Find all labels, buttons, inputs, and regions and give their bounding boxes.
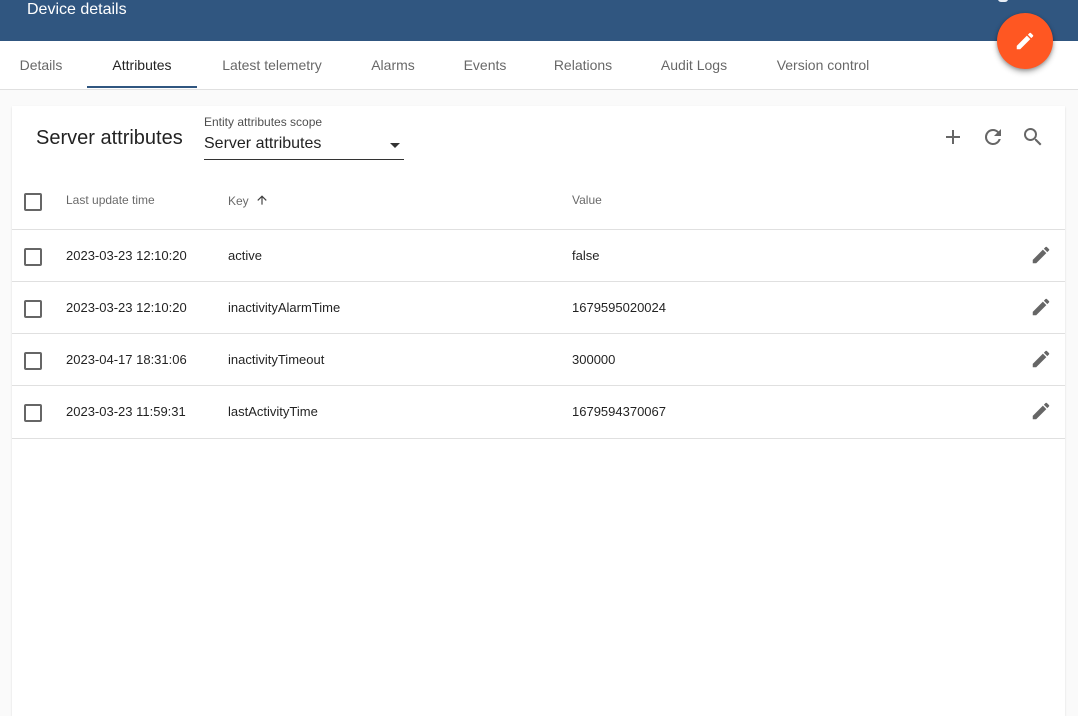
edit-icon — [1032, 402, 1050, 420]
edit-icon — [1032, 350, 1050, 368]
cell-key: inactivityTimeout — [228, 352, 325, 367]
edit-fab-button[interactable] — [997, 13, 1053, 69]
tab-alarms[interactable]: Alarms — [347, 41, 439, 89]
select-all-checkbox[interactable] — [24, 193, 42, 211]
edit-row-button[interactable] — [1029, 295, 1053, 319]
add-icon — [946, 130, 960, 144]
column-header-last-update-time[interactable]: Last update time — [66, 193, 155, 207]
cell-key: lastActivityTime — [228, 404, 318, 419]
attributes-card: Server attributes Entity attributes scop… — [12, 106, 1065, 716]
search-button[interactable] — [1021, 125, 1045, 149]
tab-details[interactable]: Details — [0, 41, 82, 89]
tab-version-control[interactable]: Version control — [753, 41, 893, 89]
add-attribute-button[interactable] — [941, 125, 965, 149]
column-header-value[interactable]: Value — [572, 193, 602, 207]
cell-key: active — [228, 248, 262, 263]
card-title: Server attributes — [36, 127, 183, 149]
table-row[interactable]: 2023-03-23 12:10:20 inactivityAlarmTime … — [12, 281, 1065, 334]
row-checkbox[interactable] — [24, 352, 42, 370]
tab-attributes[interactable]: Attributes — [87, 41, 197, 89]
toolbar-icon-partial — [998, 0, 1008, 2]
column-header-key[interactable]: Key — [228, 193, 269, 208]
arrow-up-icon — [257, 195, 267, 205]
edit-row-button[interactable] — [1029, 243, 1053, 267]
cell-last-update-time: 2023-03-23 12:10:20 — [66, 248, 187, 263]
scope-selected-value: Server attributes — [204, 135, 322, 152]
table-row[interactable]: 2023-03-23 11:59:31 lastActivityTime 167… — [12, 385, 1065, 439]
page-title: Device details — [27, 1, 127, 18]
table-row[interactable]: 2023-04-17 18:31:06 inactivityTimeout 30… — [12, 333, 1065, 386]
cell-value: 1679595020024 — [572, 300, 666, 315]
refresh-icon — [984, 128, 1001, 145]
edit-row-button[interactable] — [1029, 347, 1053, 371]
row-checkbox[interactable] — [24, 300, 42, 318]
active-tab-indicator — [87, 86, 197, 88]
edit-icon — [1032, 298, 1050, 316]
column-header-key-label: Key — [228, 194, 249, 208]
cell-key: inactivityAlarmTime — [228, 300, 341, 315]
scope-label: Entity attributes scope — [204, 115, 323, 129]
edit-row-button[interactable] — [1029, 399, 1053, 423]
tab-audit-logs[interactable]: Audit Logs — [635, 41, 753, 89]
cell-value: 1679594370067 — [572, 404, 666, 419]
refresh-button[interactable] — [981, 125, 1005, 149]
dropdown-arrow-icon — [390, 143, 400, 148]
cell-last-update-time: 2023-03-23 12:10:20 — [66, 300, 187, 315]
tab-relations[interactable]: Relations — [531, 41, 635, 89]
tab-latest-telemetry[interactable]: Latest telemetry — [197, 41, 347, 89]
search-icon — [1024, 128, 1042, 146]
cell-value: false — [572, 248, 600, 263]
table-row[interactable]: 2023-03-23 12:10:20 active false — [12, 229, 1065, 282]
cell-value: 300000 — [572, 352, 616, 367]
edit-icon — [1032, 246, 1050, 264]
tab-events[interactable]: Events — [439, 41, 531, 89]
tab-bar: Details Attributes Latest telemetry Alar… — [0, 41, 1078, 90]
cell-last-update-time: 2023-03-23 11:59:31 — [66, 404, 186, 419]
cell-last-update-time: 2023-04-17 18:31:06 — [66, 352, 187, 367]
row-checkbox[interactable] — [24, 404, 42, 422]
scope-select[interactable]: Server attributes — [204, 133, 404, 160]
edit-icon — [1016, 32, 1034, 50]
top-toolbar: Device details — [0, 0, 1078, 41]
row-checkbox[interactable] — [24, 248, 42, 266]
